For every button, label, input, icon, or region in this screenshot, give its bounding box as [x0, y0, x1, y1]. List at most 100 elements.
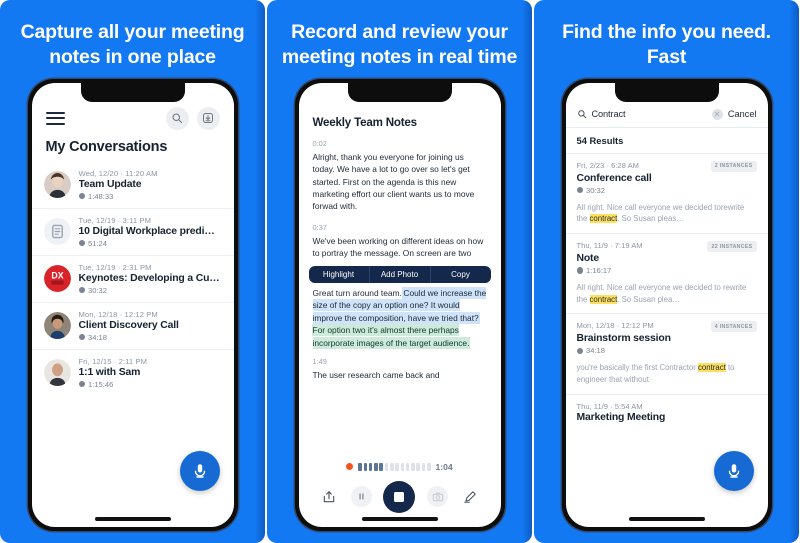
download-icon[interactable]	[196, 106, 220, 130]
waveform-bars[interactable]	[358, 462, 431, 471]
panel-record: Record and review your meeting notes in …	[267, 0, 532, 543]
duration-text: 30:32	[88, 285, 108, 295]
clock-icon	[78, 192, 85, 200]
stop-icon	[394, 491, 405, 502]
clock-icon	[78, 333, 85, 341]
panel-2-headline: Record and review your meeting notes in …	[281, 21, 518, 69]
highlight-button[interactable]: Highlight	[309, 265, 370, 283]
list-item[interactable]: DX Tue, 12/19 · 2:31 PM Keynotes: Develo…	[31, 256, 234, 303]
list-item-duration: 1:48:33	[78, 191, 222, 201]
record-fab-button[interactable]	[179, 450, 220, 491]
home-indicator	[628, 516, 705, 521]
green-highlight: For option two it's almost there perhaps…	[312, 325, 470, 348]
record-fab-button[interactable]	[713, 450, 754, 491]
result-header: Fri, 2/23 · 6:28 AM 2 INSTANCES	[577, 160, 757, 172]
notch	[80, 82, 185, 102]
list-item-date: Fri, 12/15 · 2:11 PM	[78, 356, 148, 366]
snippet-match: contract	[589, 214, 618, 224]
result-snippet: All right. Nice call everyone we decided…	[577, 282, 757, 305]
logo-dx-icon: DX	[43, 264, 71, 292]
instances-badge: 22 INSTANCES	[707, 241, 757, 253]
share-icon[interactable]	[318, 486, 339, 507]
panel-1-headline: Capture all your meeting notes in one pl…	[20, 21, 245, 69]
result-date: Mon, 12/18 · 12:12 PM	[576, 321, 654, 331]
list-item[interactable]: Mon, 12/18 · 12:12 PM Client Discovery C…	[31, 303, 234, 350]
clear-icon[interactable]	[711, 108, 723, 120]
duration-text: 1:15:46	[88, 379, 114, 389]
search-input[interactable]: Contract	[592, 109, 707, 119]
copy-button[interactable]: Copy	[431, 266, 491, 283]
result-title: Conference call	[576, 172, 652, 184]
elapsed-time: 1:04	[435, 461, 453, 472]
instances-badge: 4 INSTANCES	[710, 321, 757, 333]
pause-button[interactable]	[350, 486, 372, 508]
notch	[347, 82, 452, 102]
list-item[interactable]: Fri, 12/15 · 2:11 PM 1:1 with Sam 1:15:4…	[32, 350, 234, 396]
panel-search: Find the info you need. Fast Contract Ca…	[534, 0, 799, 543]
result-header: Thu, 11/9 · 7:19 AM 22 INSTANCES	[577, 241, 757, 253]
result-duration: 34:18	[576, 346, 757, 356]
list-item-duration: 51:24	[78, 238, 222, 248]
list-item-date: Wed, 12/20 · 11:20 AM	[78, 168, 158, 178]
draw-icon[interactable]	[460, 486, 481, 507]
transcript-segment[interactable]: 0:37 We've been working on different ide…	[299, 223, 501, 260]
list-item-title: 1:1 with Sam	[78, 366, 141, 378]
home-indicator	[94, 516, 171, 521]
list-item-body: Tue, 12/19 · 3:11 PM 10 Digital Workplac…	[78, 216, 222, 248]
search-result-item[interactable]: Fri, 2/23 · 6:28 AM 2 INSTANCES Conferen…	[565, 154, 768, 235]
list-item-body: Wed, 12/20 · 11:20 AM Team Update 1:48:3…	[78, 168, 222, 201]
segment-timestamp: 1:49	[312, 356, 327, 366]
segment-text: We've been working on different ideas on…	[312, 235, 484, 259]
search-result-item[interactable]: Thu, 11/9 · 5:54 AM Marketing Meeting	[566, 395, 768, 431]
panel-conversations: Capture all your meeting notes in one pl…	[0, 0, 265, 543]
cancel-button[interactable]: Cancel	[728, 109, 757, 119]
clock-icon	[78, 239, 85, 247]
search-result-item[interactable]: Thu, 11/9 · 7:19 AM 22 INSTANCES Note 1:…	[565, 234, 768, 315]
list-item-body: Tue, 12/19 · 2:31 PM Keynotes: Developin…	[78, 263, 222, 295]
duration-text: 1:16:17	[586, 266, 612, 276]
transcript-segment[interactable]: 1:49 The user research came back and	[299, 357, 501, 381]
duration-text: 30:32	[586, 185, 606, 195]
clock-icon	[576, 186, 583, 194]
list-item[interactable]: Tue, 12/19 · 3:11 PM 10 Digital Workplac…	[31, 209, 234, 256]
add-photo-button[interactable]: Add Photo	[370, 265, 431, 283]
page-title: My Conversations	[45, 138, 168, 155]
transcript-segment[interactable]: 0:02 Alright, thank you everyone for joi…	[299, 139, 501, 213]
camera-icon[interactable]	[427, 486, 449, 508]
list-item[interactable]: Wed, 12/20 · 11:20 AM Team Update 1:48:3…	[31, 162, 234, 209]
result-date: Thu, 11/9 · 5:54 AM	[576, 401, 643, 411]
list-item-body: Fri, 12/15 · 2:11 PM 1:1 with Sam 1:15:4…	[78, 356, 222, 389]
results-count: 54 Results	[565, 128, 768, 154]
list-item-title: Team Update	[78, 178, 142, 190]
list-item-title: Client Discovery Call	[78, 319, 179, 331]
result-snippet: you're basically the first Contractor co…	[577, 362, 757, 385]
phone-frame-2: Weekly Team Notes 0:02 Alright, thank yo…	[294, 78, 505, 531]
instances-badge: 2 INSTANCES	[710, 160, 757, 172]
duration-text: 34:18	[586, 346, 606, 356]
hamburger-icon[interactable]	[45, 111, 65, 125]
segment-text: The user research came back and	[312, 369, 440, 380]
transport-buttons	[299, 480, 501, 513]
list-item-duration: 1:15:46	[78, 379, 222, 389]
result-title: Note	[576, 253, 600, 265]
snippet-after: . So Susan plea…	[617, 294, 681, 304]
phone-screen-2: Weekly Team Notes 0:02 Alright, thank yo…	[298, 82, 501, 527]
clock-icon	[78, 380, 85, 388]
duration-text: 51:24	[88, 238, 108, 248]
result-snippet: All right. Nice call everyone we decided…	[577, 202, 757, 225]
segment-timestamp: 0:37	[312, 222, 327, 232]
phone-frame-3: Contract Cancel 54 Results Fri, 2/23 · 6…	[561, 78, 772, 531]
document-icon	[43, 217, 71, 245]
stop-button[interactable]	[383, 480, 416, 513]
phone-frame-1: My Conversations Wed, 12/20 · 11:20 AM T…	[27, 78, 238, 531]
panel-3-headline: Find the info you need. Fast	[562, 21, 771, 69]
list-item-duration: 30:32	[78, 285, 222, 295]
search-result-item[interactable]: Mon, 12/18 · 12:12 PM 4 INSTANCES Brains…	[565, 314, 768, 395]
search-icon[interactable]	[165, 106, 189, 130]
result-duration: 1:16:17	[576, 266, 757, 276]
result-title: Brainstorm session	[576, 333, 671, 345]
duration-text: 1:48:33	[88, 191, 114, 201]
segment-text: Alright, thank you everyone for joining …	[312, 151, 475, 212]
search-icon[interactable]	[577, 109, 587, 119]
highlighted-segment[interactable]: Great turn around team. Could we increase…	[299, 287, 501, 349]
